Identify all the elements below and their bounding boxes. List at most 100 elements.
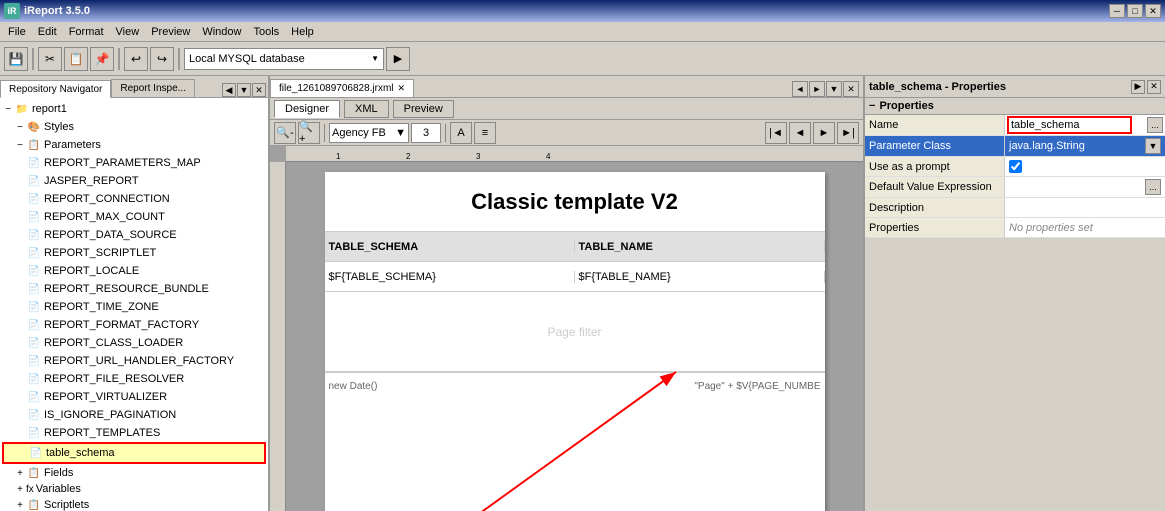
menu-preview[interactable]: Preview — [145, 24, 196, 40]
right-panel-close-btn[interactable]: ✕ — [1147, 80, 1161, 94]
tree-fields-toggle[interactable]: + — [14, 467, 26, 479]
file-tab-close[interactable]: ✕ — [398, 83, 406, 94]
menu-view[interactable]: View — [110, 24, 146, 40]
page-nav-next-btn[interactable]: ► — [813, 122, 835, 144]
tree-item-is-ignore-pagination[interactable]: 📄IS_IGNORE_PAGINATION — [2, 406, 266, 424]
tree-item-report-time-zone[interactable]: 📄REPORT_TIME_ZONE — [2, 298, 266, 316]
tree-item-icon: 📄 — [26, 245, 42, 261]
props-name-btn[interactable]: ... — [1147, 117, 1163, 133]
props-value-name[interactable]: ... — [1005, 115, 1165, 135]
tree-item-report-virtualizer[interactable]: 📄REPORT_VIRTUALIZER — [2, 388, 266, 406]
report-col-table-schema: TABLE_SCHEMA — [325, 241, 575, 253]
menu-format[interactable]: Format — [63, 24, 110, 40]
tree-item-report-format-factory[interactable]: 📄REPORT_FORMAT_FACTORY — [2, 316, 266, 334]
props-value-prompt[interactable] — [1005, 157, 1165, 176]
file-nav-next-btn[interactable]: ► — [809, 81, 825, 97]
file-nav-close-btn[interactable]: ✕ — [843, 81, 859, 97]
props-name-input[interactable] — [1007, 116, 1132, 134]
toolbar-copy-btn[interactable]: 📋 — [64, 47, 88, 71]
tree-styles-toggle[interactable]: − — [14, 121, 26, 133]
file-tab-main[interactable]: file_1261089706828.jrxml ✕ — [270, 79, 414, 97]
tree-item-report-file-resolver[interactable]: 📄REPORT_FILE_RESOLVER — [2, 370, 266, 388]
props-value-param-class[interactable]: java.lang.String ▼ — [1005, 136, 1165, 156]
tree-scriptlets[interactable]: + 📋 Scriptlets — [2, 496, 266, 511]
tree-parameters[interactable]: − 📋 Parameters — [2, 136, 266, 154]
props-label-properties: Properties — [865, 218, 1005, 237]
tab-repository-navigator[interactable]: Repository Navigator — [0, 80, 111, 98]
file-nav-prev-btn[interactable]: ◄ — [792, 81, 808, 97]
props-value-description[interactable] — [1005, 198, 1165, 217]
page-nav-last-btn[interactable]: ►| — [837, 122, 859, 144]
tree-item-icon: 📄 — [26, 425, 42, 441]
right-panel-collapse-btn[interactable]: ▶ — [1131, 80, 1145, 94]
canvas-content[interactable]: Classic template V2 TABLE_SCHEMA TABLE_N… — [286, 162, 863, 511]
tree-variables-toggle[interactable]: + — [14, 483, 26, 495]
tab-report-inspector[interactable]: Report Inspe... — [111, 79, 195, 97]
tree-root-toggle[interactable]: − — [2, 103, 14, 115]
page-nav-first-btn[interactable]: |◄ — [765, 122, 787, 144]
maximize-button[interactable]: □ — [1127, 4, 1143, 18]
menu-tools[interactable]: Tools — [247, 24, 285, 40]
toolbar-undo-btn[interactable]: ↩ — [124, 47, 148, 71]
toolbar-cut-btn[interactable]: ✂ — [38, 47, 62, 71]
file-nav-scroll-btn[interactable]: ▼ — [826, 81, 842, 97]
align-left-btn[interactable]: A — [450, 122, 472, 144]
tree-item-report-connection[interactable]: 📄REPORT_CONNECTION — [2, 190, 266, 208]
tree-item-report-data-source[interactable]: 📄REPORT_DATA_SOURCE — [2, 226, 266, 244]
report-detail-row: $F{TABLE_SCHEMA} $F{TABLE_NAME} — [325, 262, 825, 292]
size-combo[interactable]: 3 — [411, 123, 441, 143]
report-detail-table-name: $F{TABLE_NAME} — [575, 271, 825, 283]
tree-fields[interactable]: + 📋 Fields — [2, 464, 266, 482]
toolbar-save-btn[interactable]: 💾 — [4, 47, 28, 71]
toolbar-go-btn[interactable]: ▶ — [386, 47, 410, 71]
toolbar-redo-btn[interactable]: ↪ — [150, 47, 174, 71]
tree-item-report-templates[interactable]: 📄REPORT_TEMPLATES — [2, 424, 266, 442]
title-bar-buttons[interactable]: ─ □ ✕ — [1109, 4, 1161, 18]
tree-item-jasper-report[interactable]: 📄JASPER_REPORT — [2, 172, 266, 190]
menu-window[interactable]: Window — [196, 24, 247, 40]
database-combo-arrow: ▼ — [371, 54, 379, 63]
tree-params-toggle[interactable]: − — [14, 139, 26, 151]
page-nav-prev-btn[interactable]: ◄ — [789, 122, 811, 144]
editor-tab-xml[interactable]: XML — [344, 100, 389, 118]
tree-item-report-params-map[interactable]: 📄REPORT_PARAMETERS_MAP — [2, 154, 266, 172]
canvas-area[interactable]: 1 2 3 4 ··· Classic template V2 — [270, 146, 863, 511]
tree-variables[interactable]: + fx Variables — [2, 482, 266, 496]
tree-scriptlets-toggle[interactable]: + — [14, 499, 26, 511]
editor-tab-preview[interactable]: Preview — [393, 100, 454, 118]
menu-edit[interactable]: Edit — [32, 24, 63, 40]
props-section-expand[interactable]: − — [869, 100, 875, 112]
editor-toolbar: 🔍- 🔍+ Agency FB ▼ 3 A ≡ |◄ ◄ ► ►| — [270, 120, 863, 146]
menu-help[interactable]: Help — [285, 24, 320, 40]
props-param-class-btn[interactable]: ▼ — [1145, 138, 1161, 154]
tree-item-icon: 📄 — [26, 371, 42, 387]
database-combo[interactable]: Local MYSQL database ▼ — [184, 48, 384, 70]
tree-item-report-locale[interactable]: 📄REPORT_LOCALE — [2, 262, 266, 280]
app-icon: iR — [4, 3, 20, 19]
file-tab-nav: ◄ ► ▼ ✕ — [792, 81, 863, 97]
zoom-in-btn[interactable]: 🔍+ — [298, 122, 320, 144]
tree-container: − 📁 report1 − 🎨 Styles − 📋 Parameters 📄R… — [0, 98, 268, 511]
props-prompt-checkbox[interactable] — [1009, 160, 1022, 173]
minimize-button[interactable]: ─ — [1109, 4, 1125, 18]
tree-item-report-max-count[interactable]: 📄REPORT_MAX_COUNT — [2, 208, 266, 226]
zoom-out-btn[interactable]: 🔍- — [274, 122, 296, 144]
tree-root[interactable]: − 📁 report1 — [2, 100, 266, 118]
align-center-btn[interactable]: ≡ — [474, 122, 496, 144]
editor-tab-designer[interactable]: Designer — [274, 100, 340, 118]
tree-item-report-resource-bundle[interactable]: 📄REPORT_RESOURCE_BUNDLE — [2, 280, 266, 298]
font-combo[interactable]: Agency FB ▼ — [329, 123, 409, 143]
panel-menu-btn[interactable]: ▼ — [237, 83, 251, 97]
panel-close-btn[interactable]: ✕ — [252, 83, 266, 97]
menu-file[interactable]: File — [2, 24, 32, 40]
props-value-default-value[interactable]: ... — [1005, 177, 1165, 197]
tree-styles[interactable]: − 🎨 Styles — [2, 118, 266, 136]
panel-collapse-btn[interactable]: ◀ — [222, 83, 236, 97]
tree-item-report-class-loader[interactable]: 📄REPORT_CLASS_LOADER — [2, 334, 266, 352]
props-default-value-btn[interactable]: ... — [1145, 179, 1161, 195]
toolbar-paste-btn[interactable]: 📌 — [90, 47, 114, 71]
close-button[interactable]: ✕ — [1145, 4, 1161, 18]
tree-item-report-url-handler[interactable]: 📄REPORT_URL_HANDLER_FACTORY — [2, 352, 266, 370]
tree-item-report-scriptlet[interactable]: 📄REPORT_SCRIPTLET — [2, 244, 266, 262]
tree-item-table-schema[interactable]: 📄 table_schema — [2, 442, 266, 464]
